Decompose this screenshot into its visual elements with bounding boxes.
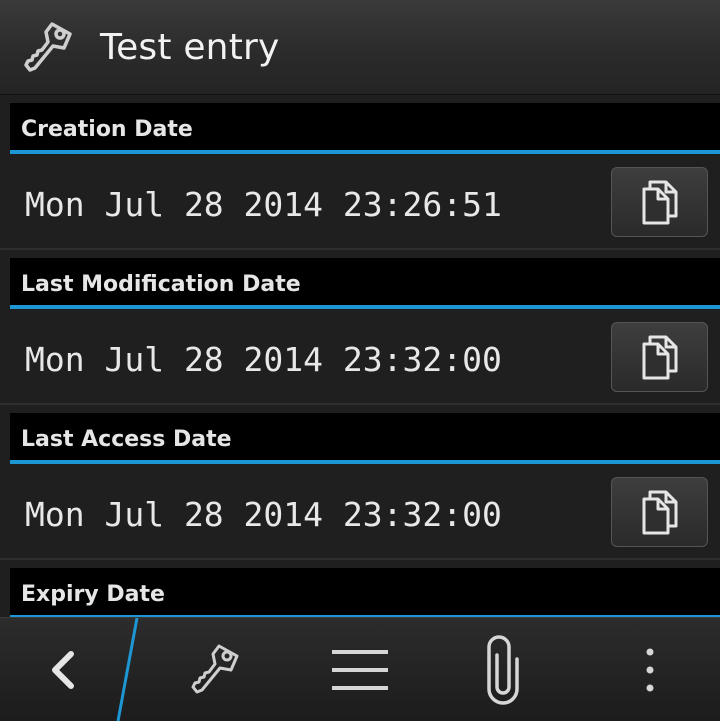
section-last-access-date: Last Access Date Mon Jul 28 2014 23:32:0… xyxy=(0,413,720,560)
section-last-modification-date: Last Modification Date Mon Jul 28 2014 2… xyxy=(0,258,720,405)
entry-details: Creation Date Mon Jul 28 2014 23:26:51 L… xyxy=(0,95,720,617)
section-expiry-date: Expiry Date xyxy=(0,568,720,617)
attachment-button[interactable] xyxy=(458,618,548,721)
back-icon xyxy=(51,650,74,689)
value-row: Mon Jul 28 2014 23:32:00 xyxy=(0,309,720,405)
key-icon xyxy=(191,644,239,693)
menu-button[interactable] xyxy=(315,618,405,721)
menu-icon xyxy=(332,649,388,690)
date-value: Mon Jul 28 2014 23:26:51 xyxy=(25,185,502,224)
section-header: Last Modification Date xyxy=(10,258,720,309)
section-header: Creation Date xyxy=(10,103,720,154)
overflow-menu-button[interactable] xyxy=(620,618,680,721)
copy-button[interactable] xyxy=(611,477,708,547)
key-icon xyxy=(24,22,72,72)
copy-button[interactable] xyxy=(611,322,708,392)
value-row: Mon Jul 28 2014 23:32:00 xyxy=(0,464,720,560)
key-button[interactable] xyxy=(170,618,260,721)
back-button[interactable] xyxy=(0,618,125,721)
section-label: Creation Date xyxy=(21,117,193,142)
section-header: Expiry Date xyxy=(10,568,720,617)
overflow-icon xyxy=(646,648,654,691)
date-value: Mon Jul 28 2014 23:32:00 xyxy=(25,340,502,379)
value-row: Mon Jul 28 2014 23:26:51 xyxy=(0,154,720,250)
copy-button[interactable] xyxy=(611,167,708,237)
action-bar xyxy=(0,617,720,721)
section-label: Expiry Date xyxy=(21,582,165,607)
date-value: Mon Jul 28 2014 23:32:00 xyxy=(25,495,502,534)
copy-icon xyxy=(642,180,677,225)
section-header: Last Access Date xyxy=(10,413,720,464)
section-creation-date: Creation Date Mon Jul 28 2014 23:26:51 xyxy=(0,103,720,250)
title-bar: Test entry xyxy=(0,0,720,95)
section-label: Last Modification Date xyxy=(21,272,301,297)
copy-icon xyxy=(642,335,677,380)
copy-icon xyxy=(642,490,677,535)
page-title: Test entry xyxy=(100,27,280,68)
section-label: Last Access Date xyxy=(21,427,232,452)
paperclip-icon xyxy=(487,634,519,705)
